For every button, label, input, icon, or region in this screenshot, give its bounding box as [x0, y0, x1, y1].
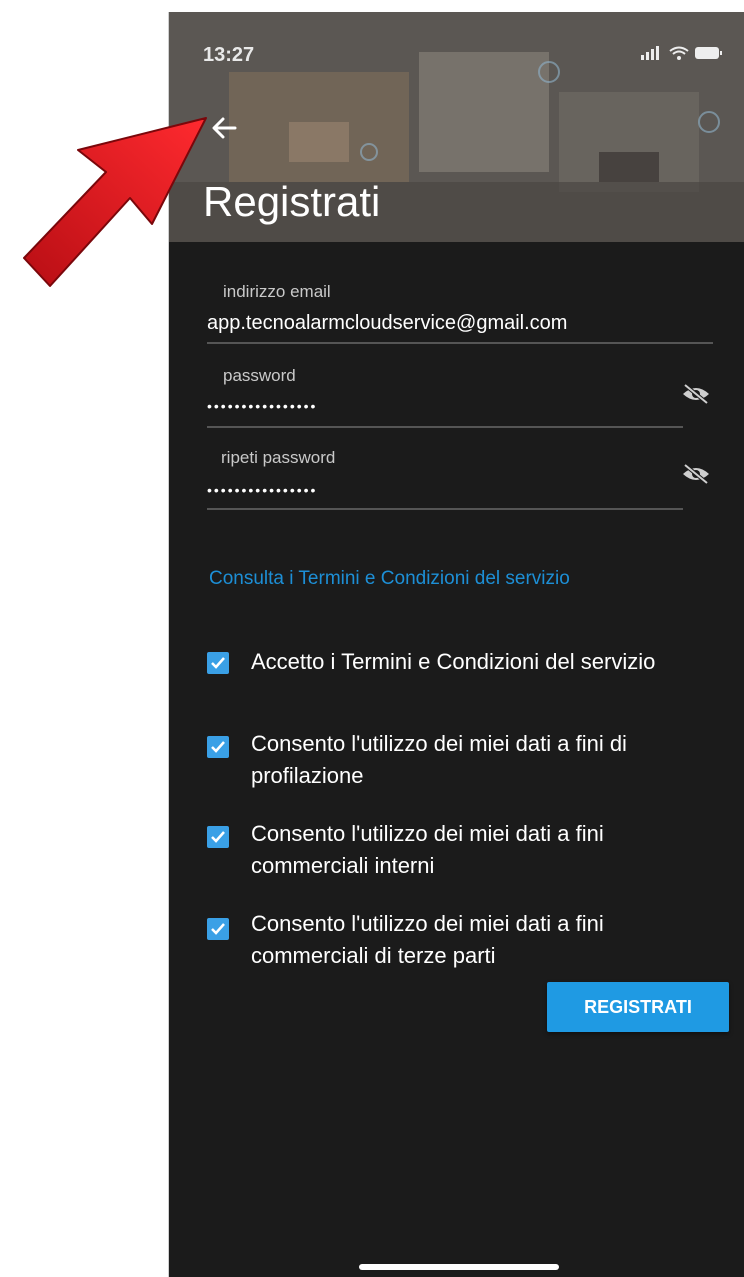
register-button[interactable]: REGISTRATI — [547, 982, 729, 1032]
consent-checkbox-internal-marketing[interactable] — [207, 826, 229, 848]
password-label: password — [223, 366, 296, 385]
consent-label-internal-marketing: Consento l'utilizzo dei miei dati a fini… — [251, 821, 604, 878]
password-field[interactable]: •••••••••••••••• — [207, 398, 317, 414]
status-time: 13:27 — [203, 44, 255, 66]
status-icons — [641, 46, 723, 60]
password-underline — [207, 426, 683, 428]
consent-label-profiling: Consento l'utilizzo dei miei dati a fini… — [251, 731, 627, 788]
checkbox-checked-icon — [211, 831, 225, 843]
consent-label-third-party: Consento l'utilizzo dei miei dati a fini… — [251, 911, 604, 968]
checkbox-checked-icon — [211, 741, 225, 753]
header-banner: 13:27 Registrati — [169, 12, 744, 242]
consent-label-terms: Accetto i Termini e Condizioni del servi… — [251, 649, 656, 674]
annotation-arrow-icon — [23, 117, 207, 287]
consent-checkbox-terms[interactable] — [207, 652, 229, 674]
battery-icon — [695, 47, 722, 59]
eye-off-icon[interactable] — [681, 462, 711, 486]
signal-icon — [641, 46, 659, 60]
consent-checkbox-profiling[interactable] — [207, 736, 229, 758]
phone-screen: 13:27 Registrati indirizzo email app.tec… — [168, 12, 744, 1277]
email-underline — [207, 342, 713, 344]
eye-off-icon[interactable] — [681, 382, 711, 406]
wifi-icon — [669, 46, 689, 60]
repeat-password-field[interactable]: •••••••••••••••• — [207, 482, 317, 498]
email-field[interactable]: app.tecnoalarmcloudservice@gmail.com — [207, 312, 567, 335]
repeat-password-label: ripeti password — [221, 448, 336, 467]
checkbox-checked-icon — [211, 923, 225, 935]
terms-link[interactable]: Consulta i Termini e Condizioni del serv… — [209, 568, 570, 590]
consent-checkbox-third-party[interactable] — [207, 918, 229, 940]
repeat-password-underline — [207, 508, 683, 510]
page-title: Registrati — [203, 178, 381, 225]
email-label: indirizzo email — [223, 282, 331, 301]
checkbox-checked-icon — [211, 657, 225, 669]
home-indicator[interactable] — [359, 1264, 559, 1270]
